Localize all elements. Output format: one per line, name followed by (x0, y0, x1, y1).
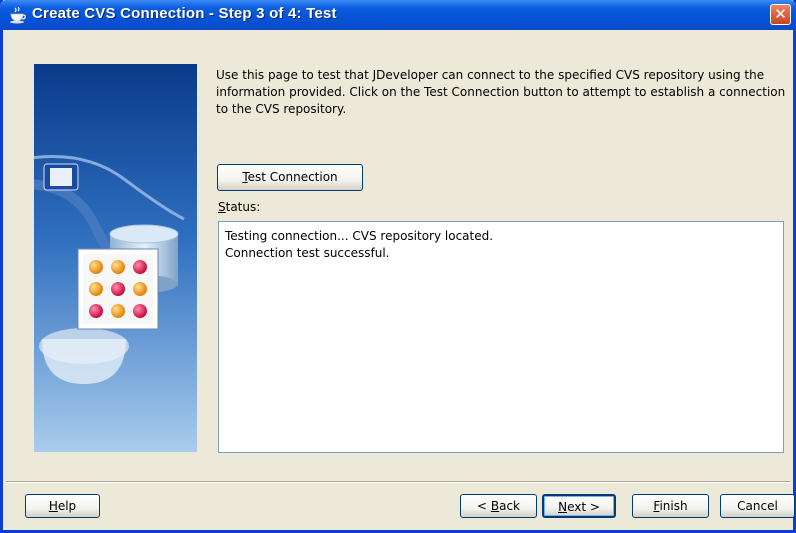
help-mnemonic: H (48, 499, 58, 513)
back-button[interactable]: < Back (460, 494, 537, 518)
status-line: Connection test successful. (225, 246, 390, 260)
status-label-text: tatus: (225, 200, 261, 214)
cancel-button[interactable]: Cancel (720, 494, 795, 518)
status-label: Status: (218, 200, 260, 214)
status-line: Testing connection... CVS repository loc… (225, 229, 494, 243)
wizard-banner-image (34, 64, 197, 452)
status-text-area[interactable]: Testing connection... CVS repository loc… (218, 221, 784, 453)
status-label-mnemonic: S (218, 200, 226, 214)
finish-button[interactable]: Finish (632, 494, 709, 518)
next-mnemonic: N (558, 500, 568, 514)
footer-separator (6, 481, 790, 483)
test-connection-button[interactable]: Test Connection (217, 164, 363, 191)
title-bar[interactable]: Create CVS Connection - Step 3 of 4: Tes… (0, 0, 796, 30)
next-button[interactable]: Next > (542, 494, 616, 518)
test-connection-label: est Connection (247, 170, 338, 184)
window-title: Create CVS Connection - Step 3 of 4: Tes… (32, 5, 337, 22)
back-mnemonic: B (490, 499, 500, 513)
close-icon: ✕ (774, 5, 787, 23)
coffee-cup-icon (10, 6, 26, 24)
intro-text: Use this page to test that JDeveloper ca… (216, 68, 786, 116)
back-label: ack (499, 499, 520, 513)
close-button[interactable]: ✕ (770, 4, 791, 25)
finish-label: inish (659, 499, 688, 513)
back-prefix: < (476, 499, 491, 513)
help-label: elp (57, 499, 77, 513)
dialog-window: Create CVS Connection - Step 3 of 4: Tes… (0, 0, 796, 533)
help-button[interactable]: Help (25, 494, 100, 518)
next-label: ext > (567, 500, 600, 514)
